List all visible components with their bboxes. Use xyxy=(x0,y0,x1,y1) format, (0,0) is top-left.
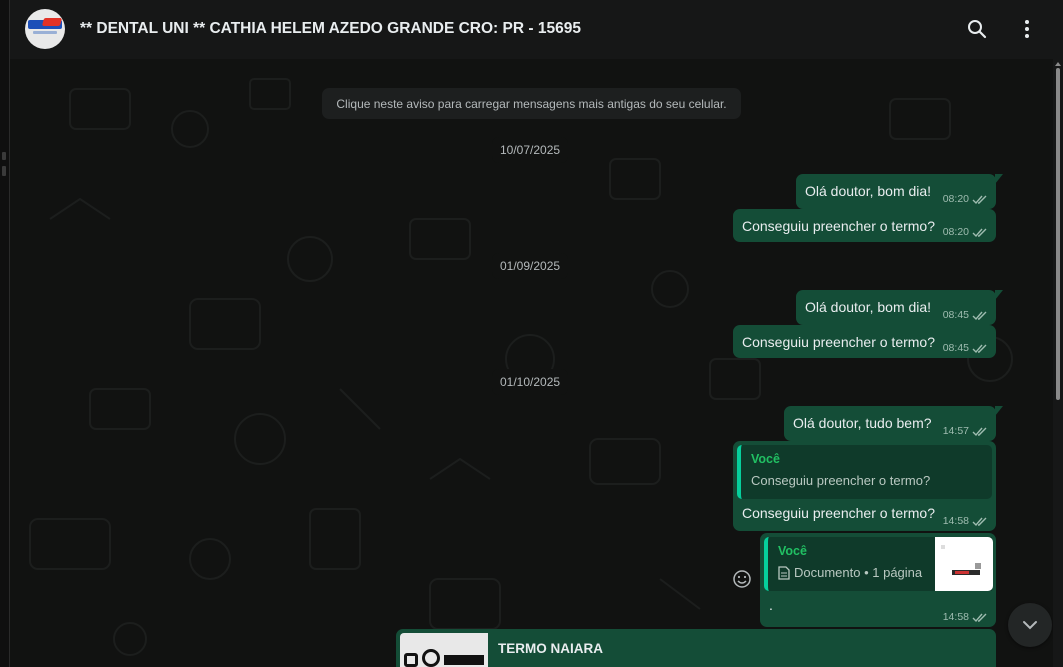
quote-document-info: Documento • 1 página xyxy=(778,565,922,580)
outgoing-document-message[interactable]: TERMO NAIARA xyxy=(396,629,996,667)
message-text: Olá doutor, bom dia! xyxy=(805,299,932,315)
message-text: Conseguiu preencher o termo? xyxy=(742,505,936,521)
outgoing-message[interactable]: Conseguiu preencher o termo? 08:20 xyxy=(733,209,996,242)
left-panel-edge xyxy=(0,0,10,667)
outgoing-reply-message[interactable]: Você Documento • 1 página . 14:58 xyxy=(760,533,996,627)
read-icon xyxy=(972,311,987,320)
contact-name[interactable]: ** DENTAL UNI ** CATHIA HELEM AZEDO GRAN… xyxy=(80,20,581,38)
date-separator: 10/07/2025 xyxy=(492,137,569,163)
message-meta: 14:58 xyxy=(943,515,988,527)
avatar-logo-shape xyxy=(41,18,63,26)
message-meta: 08:20 xyxy=(943,226,988,238)
message-text: Conseguiu preencher o termo? xyxy=(742,218,936,234)
message-text: Olá doutor, tudo bem? xyxy=(793,415,932,431)
message-time: 08:45 xyxy=(942,342,969,354)
message-time: 08:20 xyxy=(942,226,969,238)
message-time: 14:57 xyxy=(942,425,969,437)
quoted-message[interactable]: Você Conseguiu preencher o termo? xyxy=(737,445,992,499)
chat-scrollbar[interactable] xyxy=(1055,62,1061,667)
quote-text: Conseguiu preencher o termo? xyxy=(751,473,931,488)
chat-header[interactable]: ** DENTAL UNI ** CATHIA HELEM AZEDO GRAN… xyxy=(10,0,1063,59)
outgoing-message[interactable]: Olá doutor, bom dia! 08:20 xyxy=(796,174,1003,209)
message-text: Olá doutor, bom dia! xyxy=(805,183,932,199)
thumbnail-detail xyxy=(422,649,440,667)
message-time: 14:58 xyxy=(942,611,969,623)
outgoing-message[interactable]: Olá doutor, tudo bem? 14:57 xyxy=(784,406,1003,441)
message-meta: 14:58 xyxy=(943,611,988,623)
scrollbar-thumb[interactable] xyxy=(1056,68,1060,400)
message-time: 08:45 xyxy=(942,309,969,321)
scroll-up-arrow-icon[interactable] xyxy=(1055,62,1061,66)
emoji-smile-icon[interactable] xyxy=(732,569,752,589)
message-meta: 08:45 xyxy=(943,342,988,354)
document-icon xyxy=(778,565,790,580)
read-icon xyxy=(972,613,987,622)
document-thumbnail xyxy=(400,633,488,667)
quote-author: Você xyxy=(778,544,807,558)
whatsapp-web-app: ** DENTAL UNI ** CATHIA HELEM AZEDO GRAN… xyxy=(0,0,1063,667)
scroll-to-bottom-button[interactable] xyxy=(1008,603,1052,647)
message-meta: 08:45 xyxy=(943,309,988,321)
document-thumbnail xyxy=(935,537,993,591)
outgoing-message[interactable]: Conseguiu preencher o termo? 08:45 xyxy=(733,325,996,358)
document-title: TERMO NAIARA xyxy=(498,641,603,656)
message-list[interactable]: Clique neste aviso para carregar mensage… xyxy=(10,59,1053,667)
read-icon xyxy=(972,517,987,526)
thumbnail-detail xyxy=(941,545,945,549)
outgoing-message[interactable]: Olá doutor, bom dia! 08:45 xyxy=(796,290,1003,325)
message-time: 14:58 xyxy=(942,515,969,527)
chevron-down-icon xyxy=(1023,621,1037,630)
quote-author: Você xyxy=(751,452,780,466)
outgoing-reply-message[interactable]: Você Conseguiu preencher o termo? Conseg… xyxy=(733,441,996,531)
message-meta: 08:20 xyxy=(943,193,988,205)
read-icon xyxy=(972,344,987,353)
read-icon xyxy=(972,427,987,436)
thumbnail-detail xyxy=(444,655,484,665)
left-panel-marker xyxy=(2,152,6,160)
message-text: Conseguiu preencher o termo? xyxy=(742,334,936,350)
avatar-logo-shape xyxy=(33,31,57,34)
thumbnail-detail xyxy=(975,563,981,569)
thumbnail-detail xyxy=(404,653,418,667)
contact-avatar-icon[interactable] xyxy=(25,9,65,49)
message-time: 08:20 xyxy=(942,193,969,205)
read-icon xyxy=(972,195,987,204)
left-panel-marker xyxy=(2,166,6,176)
document-label: Documento • 1 página xyxy=(794,565,923,580)
message-text: . xyxy=(769,597,773,613)
date-separator: 01/09/2025 xyxy=(492,253,569,279)
more-vertical-icon[interactable] xyxy=(1015,17,1039,41)
load-older-messages-notice[interactable]: Clique neste aviso para carregar mensage… xyxy=(322,88,741,119)
message-meta: 14:57 xyxy=(943,425,988,437)
read-icon xyxy=(972,228,987,237)
search-icon[interactable] xyxy=(965,17,989,41)
date-separator: 01/10/2025 xyxy=(492,369,569,395)
thumbnail-detail xyxy=(955,571,969,574)
